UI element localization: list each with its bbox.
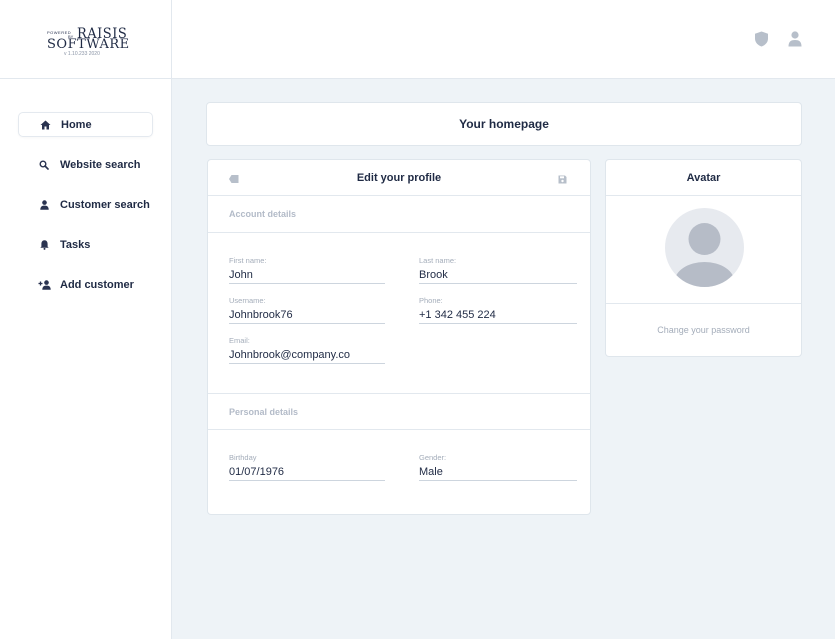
field-label: Email: bbox=[229, 336, 250, 345]
avatar-header: Avatar bbox=[606, 160, 801, 196]
birthday-field: Birthday bbox=[229, 453, 385, 481]
tag-icon[interactable] bbox=[229, 174, 239, 184]
field-label: Birthday bbox=[229, 453, 257, 462]
field-label: Username: bbox=[229, 296, 266, 305]
avatar[interactable] bbox=[665, 208, 744, 287]
user-icon[interactable] bbox=[787, 31, 803, 47]
first-name-field: First name: bbox=[229, 256, 385, 284]
avatar-card: Avatar Change your password bbox=[605, 159, 802, 357]
add-person-icon bbox=[37, 278, 51, 292]
email-input[interactable] bbox=[229, 347, 385, 364]
section-title: Personal details bbox=[229, 406, 299, 417]
page-title: Your homepage bbox=[459, 117, 549, 131]
save-icon[interactable] bbox=[557, 174, 567, 184]
sidebar-item-label: Tasks bbox=[60, 238, 91, 251]
bell-icon bbox=[37, 238, 51, 252]
avatar-placeholder-icon bbox=[674, 223, 735, 287]
edit-profile-title: Edit your profile bbox=[356, 171, 442, 184]
sidebar-item-add-customer[interactable]: Add customer bbox=[18, 272, 153, 297]
account-details-section: Account details bbox=[208, 196, 590, 233]
phone-field: Phone: bbox=[419, 296, 577, 324]
sidebar-item-website-search[interactable]: Website search bbox=[18, 152, 153, 177]
field-label: Phone: bbox=[419, 296, 443, 305]
logo[interactable]: POWERED BY RAISIS SOFTWARE v 1.10.233 20… bbox=[0, 0, 171, 79]
username-input[interactable] bbox=[229, 307, 385, 324]
phone-input[interactable] bbox=[419, 307, 577, 324]
sidebar-item-label: Website search bbox=[60, 158, 141, 171]
sidebar: POWERED BY RAISIS SOFTWARE v 1.10.233 20… bbox=[0, 0, 172, 639]
sidebar-item-home[interactable]: Home bbox=[18, 112, 153, 137]
app-version: v 1.10.233 2020 bbox=[64, 51, 100, 57]
top-bar bbox=[172, 0, 835, 79]
sidebar-item-label: Add customer bbox=[60, 278, 134, 291]
sidebar-item-label: Customer search bbox=[60, 198, 150, 211]
section-title: Account details bbox=[229, 209, 297, 219]
page-title-card: Your homepage bbox=[206, 102, 802, 146]
gender-input[interactable] bbox=[419, 464, 577, 481]
logo-brand-bottom: SOFTWARE bbox=[47, 37, 130, 52]
sidebar-item-customer-search[interactable]: Customer search bbox=[18, 192, 153, 217]
edit-profile-card: Edit your profile Account details First … bbox=[207, 159, 591, 515]
shield-icon[interactable] bbox=[753, 31, 769, 47]
first-name-input[interactable] bbox=[229, 267, 385, 284]
sidebar-item-label: Home bbox=[61, 118, 92, 131]
personal-details-section: Personal details bbox=[208, 393, 590, 430]
field-label: Last name: bbox=[419, 256, 457, 265]
email-field: Email: bbox=[229, 336, 385, 364]
search-icon bbox=[37, 158, 51, 172]
last-name-field: Last name: bbox=[419, 256, 577, 284]
field-label: Gender: bbox=[419, 453, 447, 462]
gender-field: Gender: bbox=[419, 453, 577, 481]
field-label: First name: bbox=[229, 256, 267, 265]
birthday-input[interactable] bbox=[229, 464, 385, 481]
divider bbox=[606, 303, 801, 304]
home-icon bbox=[38, 118, 52, 132]
person-icon bbox=[37, 198, 51, 212]
last-name-input[interactable] bbox=[419, 267, 577, 284]
sidebar-item-tasks[interactable]: Tasks bbox=[18, 232, 153, 257]
change-password-link[interactable]: Change your password bbox=[606, 325, 801, 335]
avatar-title: Avatar bbox=[686, 171, 721, 184]
edit-profile-header: Edit your profile bbox=[208, 160, 590, 196]
username-field: Username: bbox=[229, 296, 385, 324]
